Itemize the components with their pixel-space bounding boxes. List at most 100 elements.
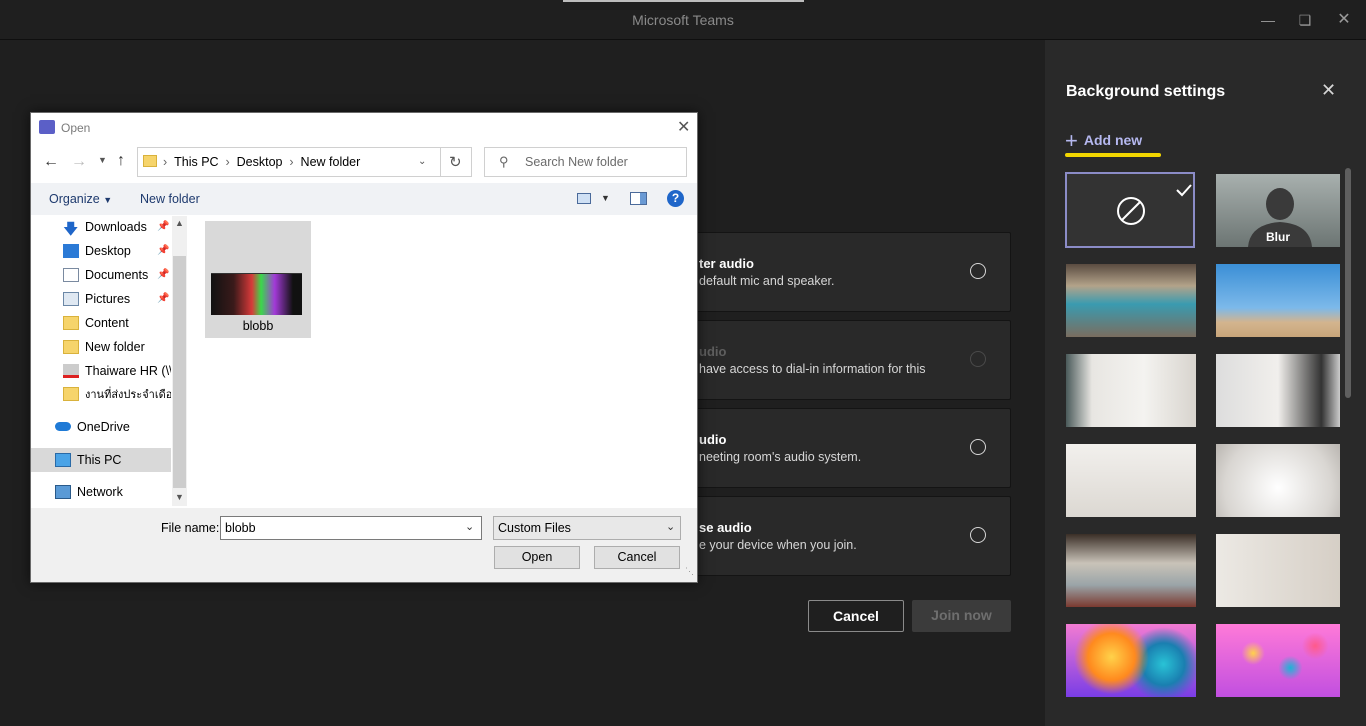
- chevron-down-icon[interactable]: ⌄: [465, 520, 474, 533]
- organize-menu[interactable]: Organize ▼: [49, 192, 112, 206]
- file-name-label: File name:: [161, 521, 220, 535]
- help-icon[interactable]: ?: [667, 190, 684, 207]
- resize-grip-icon[interactable]: ⋱: [685, 566, 694, 577]
- refresh-icon[interactable]: ↻: [449, 153, 462, 171]
- pin-icon[interactable]: 📌: [157, 245, 169, 256]
- file-item-label: blobb: [242, 319, 274, 333]
- view-icon[interactable]: [577, 193, 591, 204]
- join-now-button[interactable]: Join now: [912, 600, 1011, 632]
- bg-room5-thumb[interactable]: [1216, 534, 1340, 607]
- option-desc: neeting room's audio system.: [699, 450, 862, 464]
- open-file-dialog: Open ✕ ← → ▼ ↑ › This PC › Desktop › New…: [30, 112, 698, 583]
- cancel-button[interactable]: Cancel: [808, 600, 904, 632]
- blur-label: Blur: [1266, 230, 1290, 244]
- audio-option-phone: udio have access to dial-in information …: [645, 320, 1011, 400]
- cancel-dialog-button[interactable]: Cancel: [594, 546, 680, 569]
- audio-option-room[interactable]: udio neeting room's audio system.: [645, 408, 1011, 488]
- sidebar-scrollbar[interactable]: ▲ ▼: [172, 216, 187, 506]
- option-desc: e your device when you join.: [699, 538, 857, 552]
- forward-arrow-icon[interactable]: →: [71, 153, 87, 171]
- sidebar-item-onedrive[interactable]: OneDrive: [55, 416, 130, 438]
- dialog-title: Open: [61, 121, 91, 135]
- add-new-highlight: [1065, 153, 1161, 157]
- sidebar-item-pictures[interactable]: Pictures: [63, 288, 130, 310]
- breadcrumb-item[interactable]: New folder: [301, 155, 361, 169]
- option-desc: default mic and speaker.: [699, 274, 835, 288]
- search-box[interactable]: ⚲ Search New folder: [484, 147, 687, 177]
- up-arrow-icon[interactable]: ↑: [117, 152, 125, 170]
- audio-option-off[interactable]: se audio e your device when you join.: [645, 496, 1011, 576]
- folder-icon: [63, 316, 79, 330]
- panel-scrollbar[interactable]: [1345, 168, 1351, 398]
- sidebar-item-content[interactable]: Content: [63, 312, 129, 334]
- sidebar-item-documents[interactable]: Documents: [63, 264, 148, 286]
- minimize-icon[interactable]: —: [1258, 10, 1278, 30]
- bg-room2-thumb[interactable]: [1216, 354, 1340, 427]
- scrollbar-thumb[interactable]: [173, 256, 186, 488]
- sidebar-item-this-pc[interactable]: This PC: [55, 449, 121, 471]
- sidebar-item-label: Content: [85, 316, 129, 330]
- option-radio: [970, 351, 986, 367]
- close-window-icon[interactable]: ✕: [1334, 10, 1354, 30]
- sidebar-item-downloads[interactable]: 🡇 Downloads: [63, 216, 147, 238]
- bg-room4-thumb[interactable]: [1216, 444, 1340, 517]
- search-input[interactable]: Search New folder: [525, 155, 628, 169]
- option-title: se audio: [699, 520, 752, 535]
- cloud-icon: [55, 422, 71, 431]
- option-radio[interactable]: [970, 439, 986, 455]
- option-title: ter audio: [699, 256, 754, 271]
- bg-beach-thumb[interactable]: [1216, 264, 1340, 337]
- bg-office-thumb[interactable]: [1066, 264, 1196, 337]
- bg-loft-thumb[interactable]: [1066, 534, 1196, 607]
- option-radio[interactable]: [970, 263, 986, 279]
- recent-chevron-icon[interactable]: ▼: [98, 155, 107, 165]
- pin-icon[interactable]: 📌: [157, 269, 169, 280]
- file-name-value: blobb: [225, 521, 256, 535]
- sidebar-item-label: Thaiware HR (\\: [85, 364, 171, 378]
- breadcrumb-item[interactable]: This PC: [174, 155, 218, 169]
- bg-none-thumb[interactable]: [1065, 172, 1195, 248]
- audio-option-computer[interactable]: ter audio default mic and speaker.: [645, 232, 1011, 312]
- bg-blur-thumb[interactable]: Blur: [1216, 174, 1340, 247]
- sidebar-item-network-drive[interactable]: Thaiware HR (\\: [63, 360, 171, 382]
- option-radio[interactable]: [970, 527, 986, 543]
- open-button[interactable]: Open: [494, 546, 580, 569]
- back-arrow-icon[interactable]: ←: [43, 153, 59, 171]
- command-bar: Organize ▼ New folder ▼ ?: [31, 183, 697, 215]
- file-type-value: Custom Files: [498, 521, 571, 535]
- network-drive-icon: [63, 364, 79, 378]
- download-icon: 🡇: [63, 221, 79, 238]
- desktop-icon: [63, 244, 79, 258]
- bg-bubbles-thumb[interactable]: [1216, 624, 1340, 697]
- bg-orbs-thumb[interactable]: [1066, 624, 1196, 697]
- restore-icon[interactable]: ❏: [1295, 10, 1315, 30]
- computer-icon: [55, 453, 71, 467]
- file-type-select[interactable]: Custom Files ⌄: [493, 516, 681, 540]
- bg-room1-thumb[interactable]: [1066, 354, 1196, 427]
- bg-room3-thumb[interactable]: [1066, 444, 1196, 517]
- add-new-button[interactable]: + Add new: [1065, 128, 1142, 154]
- sidebar-item-new-folder[interactable]: New folder: [63, 336, 145, 358]
- sidebar-item-thai-folder[interactable]: งานที่ส่งประจำเดือน: [63, 384, 171, 406]
- sidebar-item-label: งานที่ส่งประจำเดือน: [85, 389, 171, 401]
- network-icon: [55, 485, 71, 499]
- pictures-icon: [63, 292, 79, 306]
- view-dropdown-icon[interactable]: ▼: [601, 193, 610, 203]
- check-icon: [1176, 184, 1192, 197]
- sidebar-item-desktop[interactable]: Desktop: [63, 240, 131, 262]
- file-item[interactable]: blobb: [205, 221, 311, 338]
- pin-icon[interactable]: 📌: [157, 221, 169, 232]
- close-icon[interactable]: ✕: [1321, 80, 1336, 101]
- address-bar[interactable]: › This PC › Desktop › New folder ⌄ ↻: [137, 147, 472, 177]
- pin-icon[interactable]: 📌: [157, 293, 169, 304]
- new-folder-button[interactable]: New folder: [140, 192, 200, 206]
- documents-icon: [63, 268, 79, 282]
- file-name-field[interactable]: blobb ⌄: [220, 516, 482, 540]
- preview-pane-icon[interactable]: [630, 192, 647, 205]
- breadcrumb-item[interactable]: Desktop: [237, 155, 283, 169]
- dialog-close-icon[interactable]: ✕: [677, 117, 690, 137]
- breadcrumb: › This PC › Desktop › New folder: [163, 155, 361, 169]
- chevron-down-icon[interactable]: ⌄: [666, 520, 675, 533]
- sidebar-item-network[interactable]: Network: [55, 481, 123, 503]
- address-dropdown-icon[interactable]: ⌄: [418, 156, 426, 167]
